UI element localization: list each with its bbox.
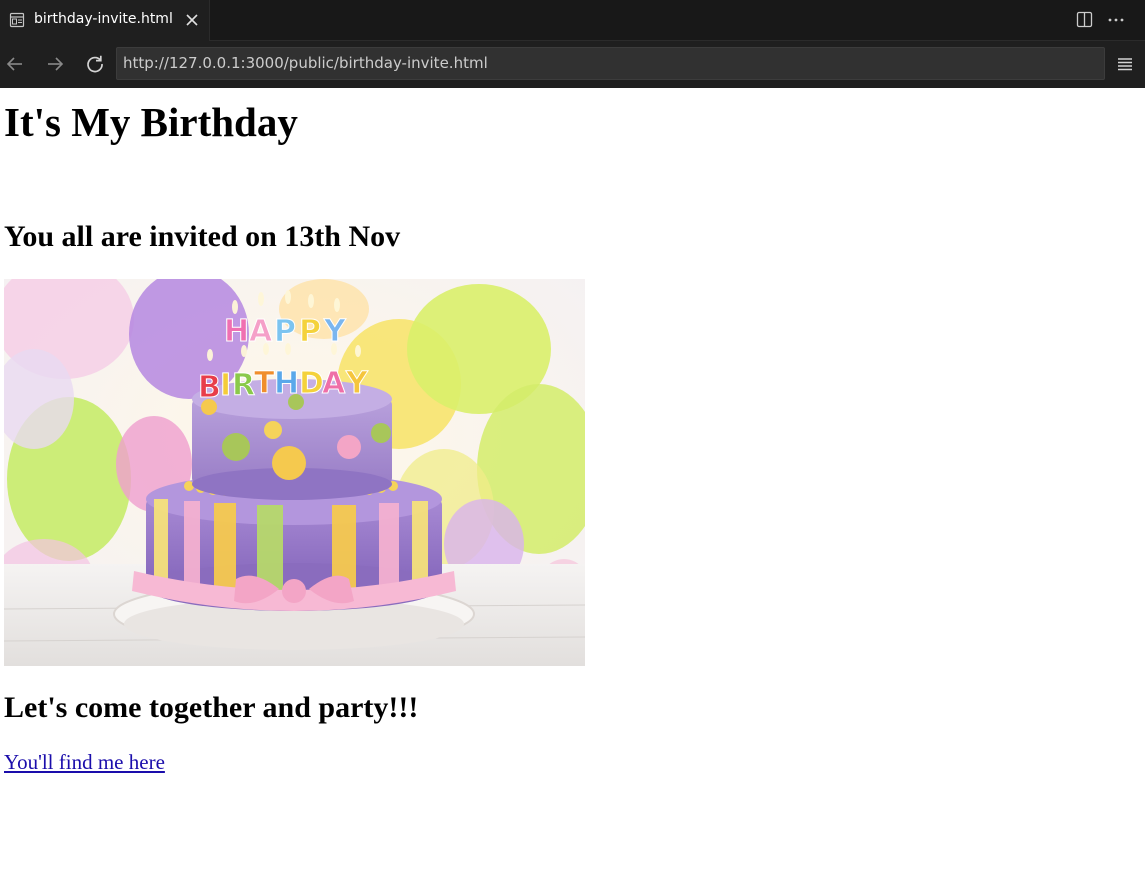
party-heading: Let's come together and party!!!: [4, 691, 419, 724]
address-bar[interactable]: http://127.0.0.1:3000/public/birthday-in…: [116, 47, 1105, 80]
invite-heading: You all are invited on 13th Nov: [4, 220, 401, 253]
arrow-left-icon[interactable]: [4, 53, 26, 75]
svg-text:D: D: [299, 366, 324, 401]
arrow-right-icon[interactable]: [44, 53, 66, 75]
svg-text:A: A: [249, 314, 273, 349]
browser-page-icon: [9, 12, 25, 28]
svg-text:P: P: [274, 314, 296, 349]
svg-text:T: T: [254, 366, 275, 401]
split-editor-icon[interactable]: [1076, 11, 1093, 28]
hamburger-menu-icon[interactable]: [1116, 55, 1134, 73]
svg-text:H: H: [224, 314, 249, 349]
svg-text:B: B: [198, 370, 221, 405]
tab-title: birthday-invite.html: [34, 11, 173, 27]
svg-text:I: I: [220, 368, 231, 403]
reload-icon[interactable]: [84, 53, 106, 75]
more-actions-icon[interactable]: [1107, 11, 1125, 29]
location-link[interactable]: You'll find me here: [4, 749, 165, 775]
page-title: It's My Birthday: [4, 99, 298, 145]
tab-bar: birthday-invite.html: [0, 0, 1145, 41]
tab-birthday-invite[interactable]: birthday-invite.html: [0, 0, 210, 41]
svg-text:Y: Y: [345, 366, 369, 401]
navigation-bar: http://127.0.0.1:3000/public/birthday-in…: [0, 41, 1145, 88]
svg-text:A: A: [322, 366, 346, 401]
svg-text:R: R: [232, 368, 255, 403]
svg-text:H: H: [274, 366, 299, 401]
close-icon[interactable]: [185, 13, 199, 27]
page-content: It's My Birthday You all are invited on …: [0, 88, 1145, 875]
birthday-cake-image: H A P P Y B I R T H D A Y: [4, 279, 585, 666]
svg-text:P: P: [299, 314, 321, 349]
